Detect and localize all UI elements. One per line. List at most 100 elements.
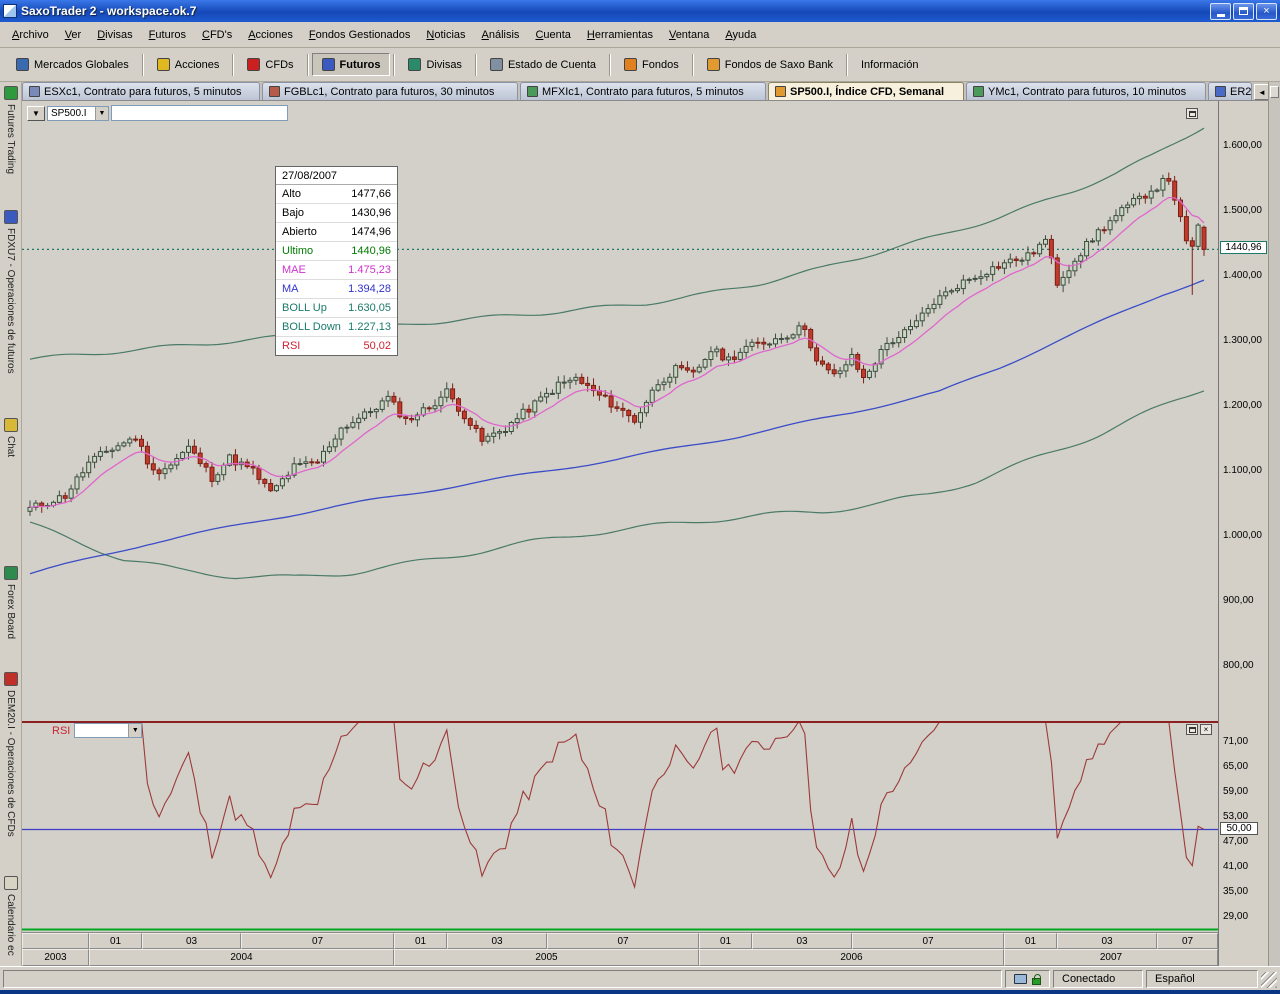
tooltip-date: 27/08/2007 — [276, 167, 397, 185]
tooltip-row-bajo: Bajo1430,96 — [276, 204, 397, 223]
language-selector[interactable]: Español — [1146, 970, 1258, 988]
sidebar-item-forex-board[interactable]: Forex Board — [0, 566, 21, 639]
symbol-search-input[interactable] — [111, 105, 288, 121]
sidebar-item-label: Forex Board — [5, 584, 16, 639]
chevron-down-icon: ▼ — [32, 109, 40, 118]
toolbar-fondos[interactable]: Fondos — [614, 53, 689, 76]
chart-data-tooltip: 27/08/2007 Alto1477,66Bajo1430,96Abierto… — [275, 166, 398, 356]
chart-icon — [527, 86, 538, 97]
tooltip-row-boll-down: BOLL Down1.227,13 — [276, 318, 397, 337]
restore-button[interactable] — [1233, 3, 1254, 20]
menu-cfd-s[interactable]: CFD's — [194, 25, 240, 45]
tab-esxc1[interactable]: ESXc1, Contrato para futuros, 5 minutos — [22, 82, 260, 100]
toolbar-mercados-globales[interactable]: Mercados Globales — [6, 53, 139, 76]
toolbar-separator — [142, 54, 144, 76]
tab-er2[interactable]: ER2 — [1208, 82, 1252, 100]
close-icon: × — [1204, 725, 1209, 734]
indicator-combo[interactable]: ▼ — [74, 723, 142, 738]
price-axis-label: 1.600,00 — [1223, 140, 1262, 151]
menu-acciones[interactable]: Acciones — [240, 25, 301, 45]
chart-icon — [973, 86, 984, 97]
menu-ventana[interactable]: Ventana — [661, 25, 717, 45]
month-cell — [22, 933, 89, 949]
tab-label: YMc1, Contrato para futuros, 10 minutos — [988, 86, 1186, 98]
rsi-axis-label: 65,00 — [1223, 761, 1248, 772]
app-icon — [3, 4, 17, 18]
year-cell-2006: 2006 — [699, 949, 1004, 966]
rsi-axis-label: 71,00 — [1223, 736, 1248, 747]
resize-grip[interactable] — [1261, 972, 1277, 988]
restore-icon — [1189, 111, 1196, 117]
tab-mfxic1[interactable]: MFXIc1, Contrato para futuros, 5 minutos — [520, 82, 766, 100]
tab-fgblc1[interactable]: FGBLc1, Contrato para futuros, 30 minuto… — [262, 82, 518, 100]
toolbar-divisas[interactable]: Divisas — [398, 53, 471, 76]
toolbar-cfds[interactable]: CFDs — [237, 53, 303, 76]
rsi-panel-buttons: × — [1186, 724, 1212, 735]
toolbar-label-fondos-de-saxo-bank: Fondos de Saxo Bank — [725, 59, 833, 71]
menu-an-lisis[interactable]: Análisis — [474, 25, 528, 45]
toolbar-fondos-de-saxo-bank[interactable]: Fondos de Saxo Bank — [697, 53, 843, 76]
price-axis-label: 1.300,00 — [1223, 335, 1262, 346]
menu-futuros[interactable]: Futuros — [141, 25, 194, 45]
month-cell: 01 — [699, 933, 752, 949]
price-axis[interactable]: 1440,96 50,00 1.600,001.500,001.400,001.… — [1218, 101, 1268, 966]
scrollbar-thumb[interactable] — [1270, 86, 1279, 98]
rsi-line — [59, 721, 1204, 887]
rsi-chart[interactable] — [22, 721, 1218, 931]
tooltip-row-mae: MAE1.475,23 — [276, 261, 397, 280]
menu-fondos-gestionados[interactable]: Fondos Gestionados — [301, 25, 419, 45]
menu-cuenta[interactable]: Cuenta — [527, 25, 578, 45]
menu-noticias[interactable]: Noticias — [418, 25, 473, 45]
price-axis-label: 1.200,00 — [1223, 400, 1262, 411]
menu-divisas[interactable]: Divisas — [89, 25, 140, 45]
chart-icon — [1215, 86, 1226, 97]
rsi-label: RSI — [52, 725, 70, 737]
tooltip-row-value: 50,02 — [363, 338, 391, 354]
scroll-left-icon[interactable]: ◄ — [1258, 88, 1266, 97]
restore-panel-button[interactable] — [1186, 108, 1198, 119]
year-cell-2004: 2004 — [89, 949, 394, 966]
close-button[interactable]: × — [1256, 3, 1277, 20]
chart-menu-button[interactable]: ▼ — [27, 106, 45, 121]
toolbar-informaci-n[interactable]: Información — [851, 54, 928, 76]
menu-archivo[interactable]: Archivo — [4, 25, 57, 45]
sidebar-item-calendario-ec[interactable]: Calendario ec — [0, 876, 21, 956]
secure-lock-icon — [1032, 978, 1041, 985]
tab-label: ER2 — [1230, 86, 1251, 98]
network-icon — [1014, 974, 1027, 984]
slow-ma-line — [30, 280, 1204, 574]
menu-ayuda[interactable]: Ayuda — [717, 25, 764, 45]
tab-scroll-buttons[interactable]: ◄► — [1254, 84, 1268, 100]
tooltip-row-value: 1.630,05 — [348, 300, 391, 316]
sidebar-item-dem20-i-operaciones-de-cfds[interactable]: DEM20.I - Operaciones de CFDs — [0, 672, 21, 837]
sidebar-item-chat[interactable]: Chat — [0, 418, 21, 457]
price-axis-label: 1.500,00 — [1223, 205, 1262, 216]
toolbar-acciones[interactable]: Acciones — [147, 53, 230, 76]
price-chart[interactable] — [22, 101, 1218, 721]
tooltip-row-label: Alto — [282, 186, 301, 202]
rsi-axis-label: 53,00 — [1223, 811, 1248, 822]
minimize-button[interactable] — [1210, 3, 1231, 20]
tooltip-row-rsi: RSI50,02 — [276, 337, 397, 355]
futures-arrow-icon — [4, 86, 18, 100]
month-cell: 07 — [241, 933, 394, 949]
cfd-doc-icon — [4, 672, 18, 686]
rsi-controls: RSI ▼ — [52, 723, 142, 738]
toolbar-separator — [307, 54, 309, 76]
toolbar-futuros[interactable]: Futuros — [312, 53, 391, 76]
menu-ver[interactable]: Ver — [57, 25, 90, 45]
vertical-scrollbar[interactable] — [1268, 82, 1280, 966]
sidebar-item-fdxu7-operaciones-de-futuros[interactable]: FDXU7 - Operaciones de futuros — [0, 210, 21, 374]
sidebar-item-futures-trading[interactable]: Futures Trading — [0, 86, 21, 174]
chart-icon — [29, 86, 40, 97]
restore-panel-button[interactable] — [1186, 724, 1198, 735]
menu-herramientas[interactable]: Herramientas — [579, 25, 661, 45]
tab-sp500-i[interactable]: SP500.I, Índice CFD, Semanal — [768, 82, 964, 100]
rsi-axis-label: 47,00 — [1223, 836, 1248, 847]
minimize-icon — [1217, 14, 1225, 17]
connection-status: Conectado — [1053, 970, 1143, 988]
close-panel-button[interactable]: × — [1200, 724, 1212, 735]
symbol-combo[interactable]: SP500.I ▼ — [47, 106, 109, 121]
toolbar-estado-de-cuenta[interactable]: Estado de Cuenta — [480, 53, 606, 76]
tab-ymc1[interactable]: YMc1, Contrato para futuros, 10 minutos — [966, 82, 1206, 100]
